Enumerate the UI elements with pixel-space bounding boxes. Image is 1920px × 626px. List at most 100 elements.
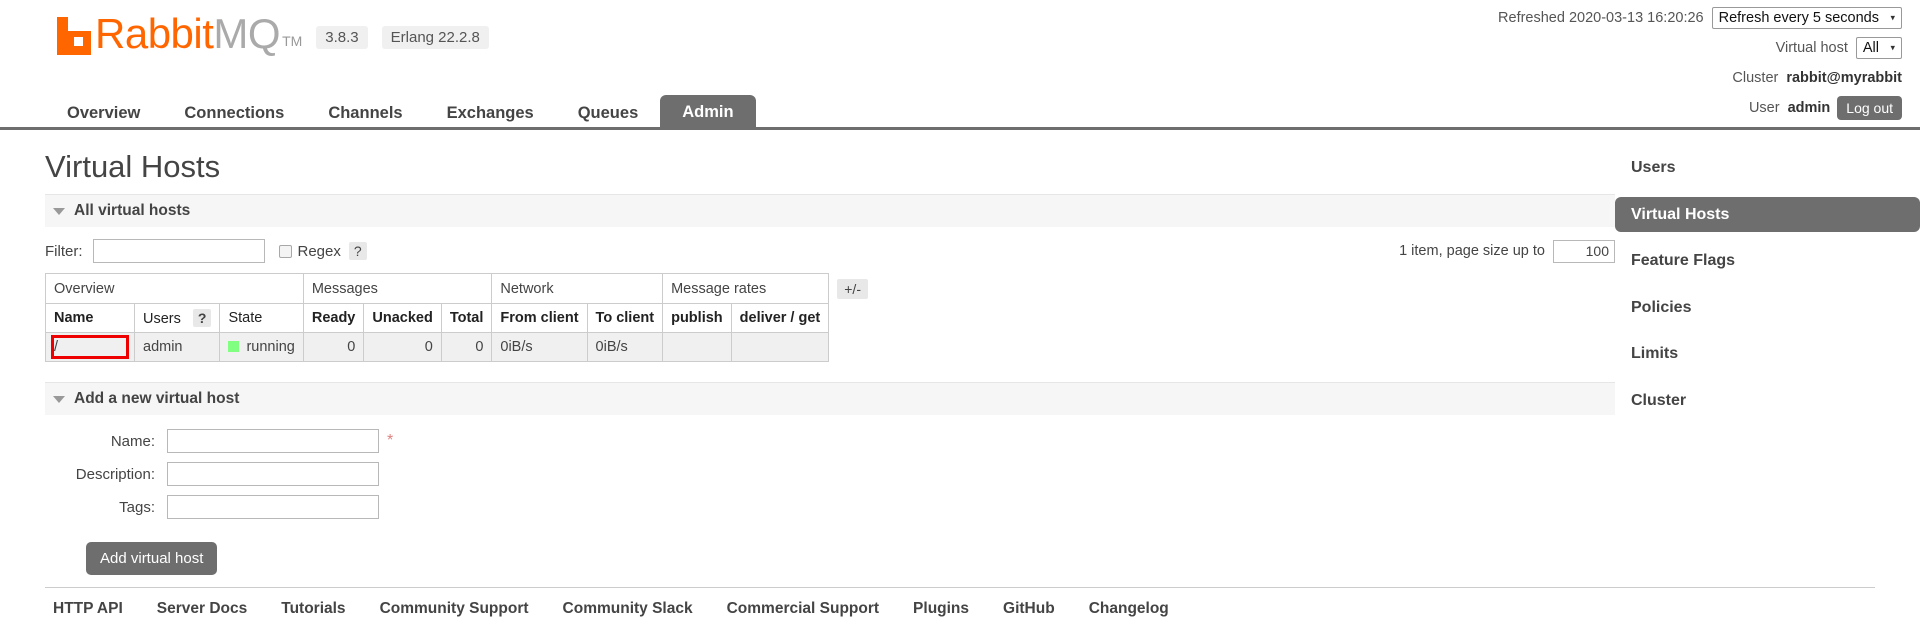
col-name[interactable]: Name [45,303,135,334]
tab-queues[interactable]: Queues [556,96,661,130]
required-asterisk-icon: * [387,432,394,450]
footer-link-commercial-support[interactable]: Commercial Support [727,600,879,618]
cluster-row: Cluster rabbit@myrabbit [1498,65,1902,91]
footer-link-list: HTTP API Server Docs Tutorials Community… [45,600,1875,618]
col-from-client[interactable]: From client [491,303,588,334]
group-network: Network [491,273,664,305]
footer-link-server-docs[interactable]: Server Docs [157,600,247,618]
chevron-down-icon: ▾ [1890,12,1895,23]
regex-label: Regex [297,242,341,260]
chevron-down-icon: ▾ [1890,42,1895,53]
add-virtual-host-label: Add a new virtual host [74,390,240,408]
tags-field-label: Tags: [119,498,155,516]
sidebar-item-virtual-hosts[interactable]: Virtual Hosts [1615,196,1920,233]
name-field-label: Name: [110,432,155,450]
all-virtual-hosts-section-header[interactable]: All virtual hosts [45,194,1615,228]
filter-input[interactable] [92,239,265,264]
footer-link-github[interactable]: GitHub [1003,600,1055,618]
refresh-interval-select[interactable]: Refresh every 5 seconds ▾ [1711,6,1902,30]
regex-checkbox[interactable] [278,244,292,258]
add-virtual-host-button[interactable]: Add virtual host [86,542,218,576]
page-title: Virtual Hosts [45,149,221,184]
cell-state: running [219,332,304,363]
cell-ready: 0 [302,332,365,363]
brand-logo[interactable]: Rabbit MQ TM 3.8.3 Erlang 22.2.8 [57,12,489,56]
sidebar-item-limits[interactable]: Limits [1615,336,1920,372]
cell-from-client: 0iB/s [491,332,588,363]
sidebar-item-feature-flags[interactable]: Feature Flags [1615,243,1920,279]
server-version-badge: 3.8.3 [316,26,368,49]
form-row-description: Description: [45,462,1615,487]
nav-tab-list: Overview Connections Channels Exchanges … [0,93,1920,130]
column-toggle-spacer [829,304,877,333]
refresh-row: Refreshed 2020-03-13 16:20:26 Refresh ev… [1498,5,1902,31]
rabbitmq-logo-icon [57,17,91,55]
state-text: running [246,339,295,356]
footer-link-tutorials[interactable]: Tutorials [281,600,345,618]
footer-link-plugins[interactable]: Plugins [913,600,969,618]
vhost-name-link[interactable]: / [51,335,129,360]
col-ready[interactable]: Ready [302,303,365,334]
tab-channels[interactable]: Channels [306,96,424,130]
cell-spacer [829,333,877,362]
col-deliver-get[interactable]: deliver / get [730,303,830,334]
table-body: / admin running 0 0 0 0iB/s 0iB/s [45,332,877,363]
tab-admin[interactable]: Admin [660,94,756,130]
footer-link-changelog[interactable]: Changelog [1089,600,1169,618]
add-virtual-host-section-header[interactable]: Add a new virtual host [45,382,1615,416]
col-publish[interactable]: publish [662,303,732,334]
vhost-filter-value: All [1862,39,1879,56]
sidebar-item-policies[interactable]: Policies [1615,290,1920,326]
rabbitmq-management-page: Rabbit MQ TM 3.8.3 Erlang 22.2.8 Refresh… [0,0,1920,626]
main-content: Virtual Hosts All virtual hosts Filter: … [45,149,1615,576]
cell-total: 0 [440,332,493,363]
name-field[interactable] [167,429,379,454]
description-field[interactable] [167,462,379,487]
paging-info: 1 item, page size up to [1399,239,1615,263]
cluster-name: rabbit@myrabbit [1786,69,1902,86]
collapse-triangle-icon [53,207,65,215]
tab-overview[interactable]: Overview [45,96,162,130]
page-size-input[interactable] [1553,239,1615,263]
col-total[interactable]: Total [440,303,493,334]
group-overview: Overview [45,273,304,305]
table-group-header-row: Overview Messages Network Message rates … [45,273,877,305]
col-state[interactable]: State [219,303,304,334]
cell-to-client: 0iB/s [586,332,664,363]
main-navigation: Overview Connections Channels Exchanges … [0,93,1920,130]
col-to-client[interactable]: To client [586,303,664,334]
users-help-icon[interactable]: ? [192,309,212,328]
tab-exchanges[interactable]: Exchanges [425,96,556,130]
column-toggle-cell: +/- [829,274,877,304]
virtual-hosts-table: Overview Messages Network Message rates … [45,273,877,363]
erlang-version-badge: Erlang 22.2.8 [381,26,489,49]
footer-link-community-support[interactable]: Community Support [380,600,529,618]
all-virtual-hosts-label: All virtual hosts [74,202,191,220]
group-message-rates: Message rates [662,273,830,305]
vhost-filter-select[interactable]: All ▾ [1855,36,1902,60]
filter-label: Filter: [45,242,83,260]
sidebar-item-cluster[interactable]: Cluster [1615,383,1920,419]
regex-help-icon[interactable]: ? [348,242,367,261]
tab-connections[interactable]: Connections [162,96,306,130]
cell-users: admin [133,332,221,363]
paging-text: 1 item, page size up to [1399,243,1545,260]
cell-publish [662,332,732,363]
description-field-label: Description: [75,465,155,483]
cell-name[interactable]: / [45,332,135,363]
cell-deliver-get [730,332,830,363]
regex-toggle-group: Regex ? [278,242,367,261]
col-users-label: Users [143,311,181,328]
sidebar-item-users[interactable]: Users [1615,150,1920,186]
filter-bar: Filter: Regex ? 1 item, page size up to [45,239,1615,264]
col-users[interactable]: Users ? [133,303,221,334]
add-virtual-host-section: Add a new virtual host Name: * Descripti… [45,382,1615,576]
table-row[interactable]: / admin running 0 0 0 0iB/s 0iB/s [45,332,877,363]
state-indicator-icon [228,341,240,353]
footer-link-http-api[interactable]: HTTP API [53,600,123,618]
footer-link-community-slack[interactable]: Community Slack [563,600,693,618]
col-unacked[interactable]: Unacked [363,303,442,334]
column-toggle-button[interactable]: +/- [837,278,868,299]
page-footer: HTTP API Server Docs Tutorials Community… [45,587,1875,618]
tags-field[interactable] [167,495,379,520]
